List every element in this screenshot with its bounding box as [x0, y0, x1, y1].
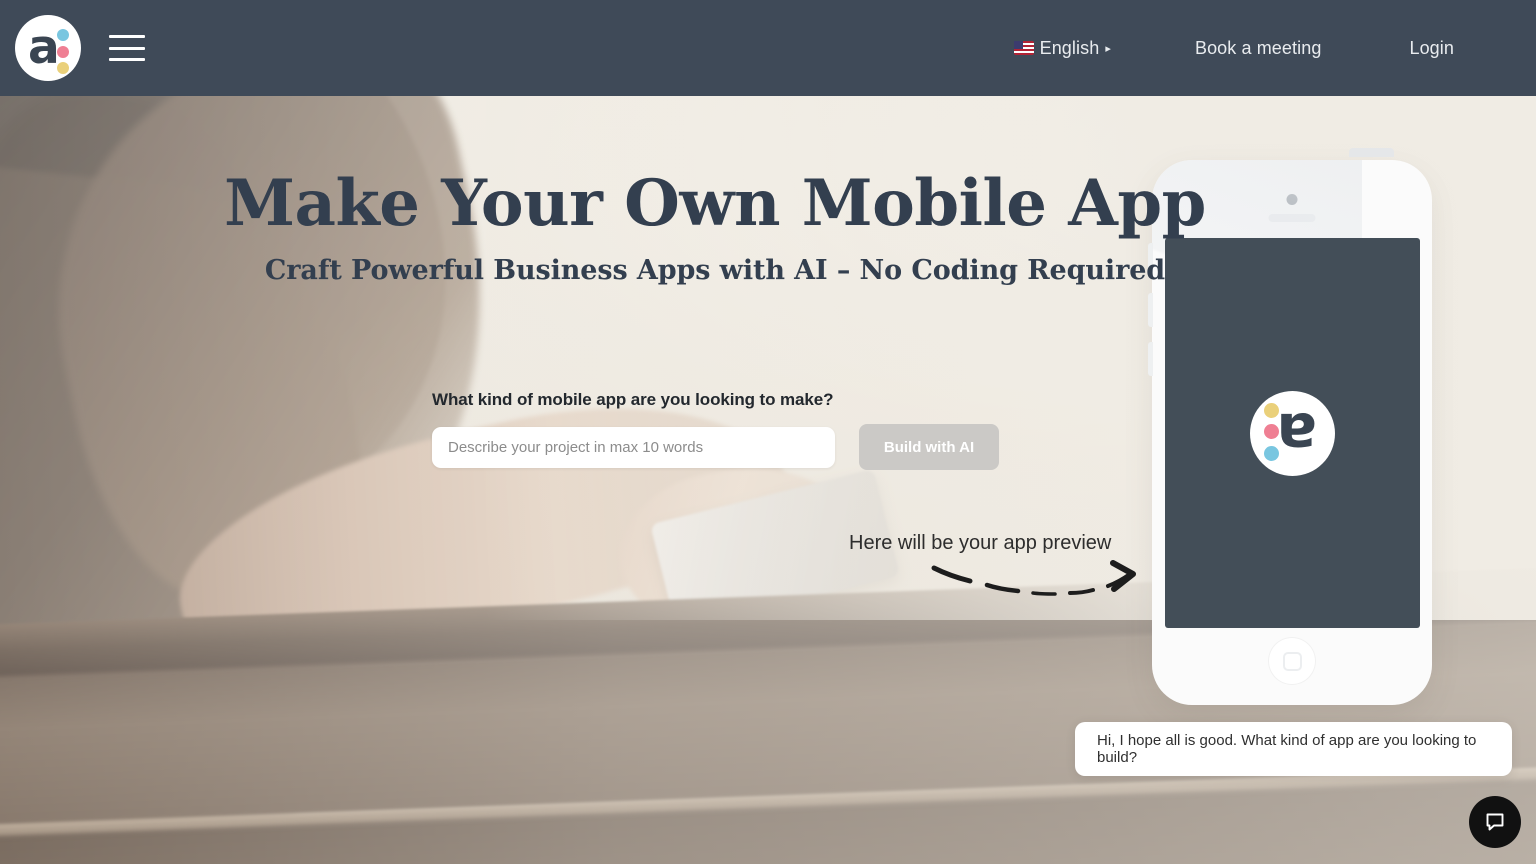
- hamburger-menu-icon[interactable]: [109, 35, 145, 61]
- login-link[interactable]: Login: [1399, 38, 1464, 59]
- hand-drawn-arrow-icon: [931, 560, 1136, 596]
- app-logo-dot-yellow-icon: [1264, 402, 1279, 418]
- language-label: English: [1039, 37, 1100, 58]
- us-flag-icon: [1013, 41, 1034, 55]
- chat-greeting-text: Hi, I hope all is good. What kind of app…: [1097, 732, 1477, 766]
- site-header: a English ▸ Book a meeting Login: [0, 0, 1536, 96]
- build-with-ai-button[interactable]: Build with AI: [859, 424, 999, 470]
- language-selector[interactable]: English ▸: [1004, 38, 1121, 59]
- app-logo-dot-blue-icon: [1264, 445, 1279, 461]
- main-navigation: English ▸ Book a meeting Login: [1004, 38, 1536, 59]
- phone-power-button-icon: [1349, 148, 1394, 157]
- phone-side-button-2-icon: [1148, 293, 1153, 327]
- brand-logo[interactable]: a: [15, 15, 81, 81]
- app-logo-dot-pink-icon: [1264, 423, 1279, 439]
- logo-dot-yellow-icon: [57, 62, 69, 74]
- chat-launcher-button[interactable]: [1469, 796, 1521, 848]
- chevron-right-icon: ▸: [1105, 42, 1111, 55]
- phone-side-button-3-icon: [1148, 342, 1153, 376]
- hero-text-block: Make Your Own Mobile App Craft Powerful …: [0, 170, 1430, 286]
- app-preview-hint: Here will be your app preview: [849, 532, 1112, 554]
- chat-bubble-icon: [1486, 813, 1504, 831]
- phone-home-button-icon: [1268, 637, 1316, 685]
- logo-dot-blue-icon: [57, 29, 69, 41]
- landing-page: a English ▸ Book a meeting Login Make Yo…: [0, 0, 1536, 864]
- app-logo-letter: a: [1276, 398, 1318, 469]
- page-title: Make Your Own Mobile App: [224, 166, 1206, 241]
- phone-screen: a: [1165, 238, 1420, 628]
- prompt-form-label: What kind of mobile app are you looking …: [432, 390, 834, 409]
- project-description-input[interactable]: [432, 426, 835, 468]
- logo-dot-pink-icon: [57, 46, 69, 58]
- brand-logo-letter: a: [28, 20, 60, 75]
- app-prompt-form: What kind of mobile app are you looking …: [432, 390, 999, 470]
- page-subtitle: Craft Powerful Business Apps with AI – N…: [264, 255, 1166, 287]
- book-a-meeting-link[interactable]: Book a meeting: [1185, 38, 1331, 59]
- chat-greeting-bubble: Hi, I hope all is good. What kind of app…: [1075, 722, 1512, 776]
- app-splash-logo: a: [1250, 390, 1335, 476]
